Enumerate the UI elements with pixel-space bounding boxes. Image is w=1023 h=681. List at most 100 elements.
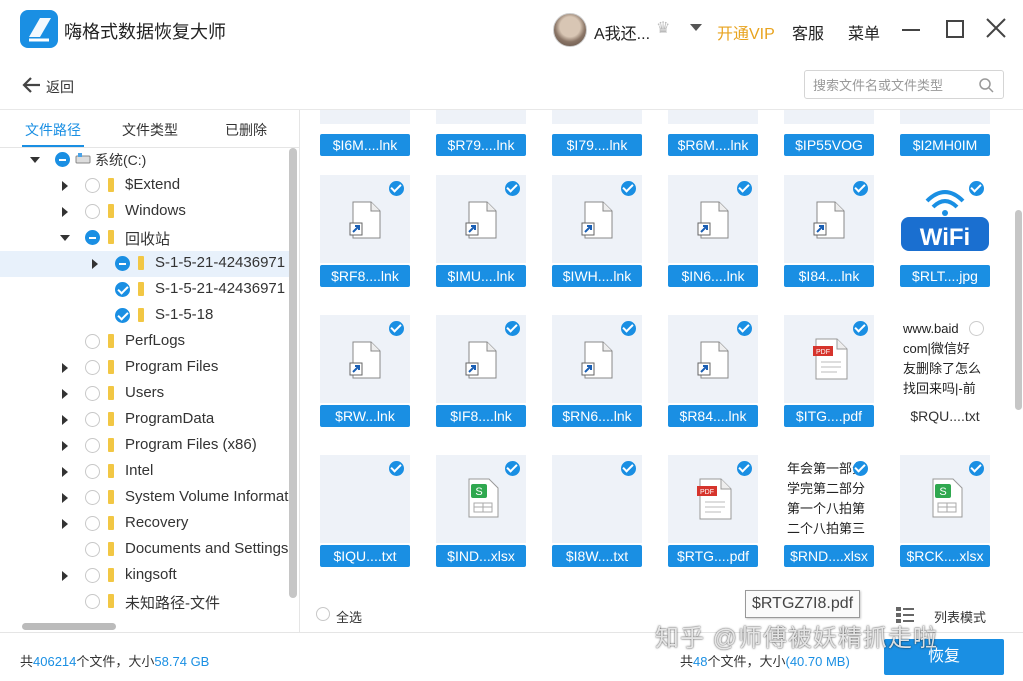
expand-arrow-icon[interactable] xyxy=(62,467,68,477)
collapse-arrow-icon[interactable] xyxy=(60,235,70,241)
file-tile[interactable]: $IF8....lnk xyxy=(436,315,526,427)
tree-node-checkbox[interactable] xyxy=(115,282,130,297)
vip-button[interactable]: 开通VIP xyxy=(717,20,775,44)
tree-node[interactable]: 未知路径-文件 xyxy=(0,589,290,615)
expand-arrow-icon[interactable] xyxy=(62,571,68,581)
maximize-icon[interactable] xyxy=(946,20,964,38)
expand-arrow-icon[interactable] xyxy=(92,259,98,269)
tree-node-checkbox[interactable] xyxy=(85,360,100,375)
tree-node-label[interactable]: $Extend xyxy=(125,176,180,193)
file-tile[interactable]: $I8W....txt xyxy=(552,455,642,567)
file-name-label[interactable]: $I8W....txt xyxy=(552,545,642,567)
tree-node-label[interactable]: 回收站 xyxy=(125,228,170,249)
checked-checkbox-icon[interactable] xyxy=(389,461,404,476)
file-tile[interactable]: $IWH....lnk xyxy=(552,175,642,287)
file-tile[interactable]: $IN6....lnk xyxy=(668,175,758,287)
file-tile[interactable]: 年会第一部分 学完第二部分 第一个八拍第 二个八拍第三 $RND....xlsx xyxy=(784,455,874,567)
menu-button[interactable]: 菜单 xyxy=(848,20,880,44)
tree-node-label[interactable]: Intel xyxy=(125,462,153,479)
checked-checkbox-icon[interactable] xyxy=(505,181,520,196)
tree-node-label[interactable]: Windows xyxy=(125,202,186,219)
search-box[interactable] xyxy=(804,70,1004,99)
tree-node-label[interactable]: 系统(C:) xyxy=(95,150,146,170)
checked-checkbox-icon[interactable] xyxy=(853,321,868,336)
file-tile[interactable]: PDF $RTG....pdf xyxy=(668,455,758,567)
tree-node-label[interactable]: Documents and Settings xyxy=(125,540,288,557)
checked-checkbox-icon[interactable] xyxy=(737,181,752,196)
file-name-label[interactable]: $R79....lnk xyxy=(436,134,526,156)
tree-node-checkbox[interactable] xyxy=(115,256,130,271)
expand-arrow-icon[interactable] xyxy=(62,181,68,191)
search-icon[interactable] xyxy=(978,77,994,93)
expand-arrow-icon[interactable] xyxy=(62,363,68,373)
list-view-button[interactable]: 列表模式 xyxy=(934,607,986,626)
tree-node[interactable]: PerfLogs xyxy=(0,329,290,355)
file-tile[interactable]: $RF8....lnk xyxy=(320,175,410,287)
tree-node[interactable]: Recovery xyxy=(0,511,290,537)
file-name-label[interactable]: $RF8....lnk xyxy=(320,265,410,287)
file-name-label[interactable]: $R84....lnk xyxy=(668,405,758,427)
tree-node-checkbox[interactable] xyxy=(85,334,100,349)
tree-node-checkbox[interactable] xyxy=(85,464,100,479)
checked-checkbox-icon[interactable] xyxy=(621,321,636,336)
unchecked-checkbox-icon[interactable] xyxy=(969,321,984,336)
tree-node-label[interactable]: System Volume Information xyxy=(125,488,290,505)
tab-deleted[interactable]: 已删除 xyxy=(225,120,267,140)
tree-node[interactable]: Users xyxy=(0,381,290,407)
file-name-label[interactable]: $RW...lnk xyxy=(320,405,410,427)
expand-arrow-icon[interactable] xyxy=(62,415,68,425)
tree-node[interactable]: Windows xyxy=(0,199,290,225)
file-name-label[interactable]: $IMU....lnk xyxy=(436,265,526,287)
minimize-icon[interactable] xyxy=(902,29,920,31)
file-name-label[interactable]: $I79....lnk xyxy=(552,134,642,156)
tree-node[interactable]: ProgramData xyxy=(0,407,290,433)
file-tile[interactable]: $R84....lnk xyxy=(668,315,758,427)
file-name-label[interactable]: $IND...xlsx xyxy=(436,545,526,567)
tree-node[interactable]: S-1-5-21-42436971 xyxy=(0,277,290,303)
tree-node-label[interactable]: Users xyxy=(125,384,164,401)
tree-node[interactable]: 回收站 xyxy=(0,225,290,251)
grid-vertical-scrollbar[interactable] xyxy=(1015,210,1022,410)
tree-node-label[interactable]: kingsoft xyxy=(125,566,177,583)
select-all-label[interactable]: 全选 xyxy=(336,607,362,626)
tree-node[interactable]: Program Files xyxy=(0,355,290,381)
tree-node-checkbox[interactable] xyxy=(85,386,100,401)
file-tile[interactable]: www.baid com|微信好 友删除了怎么 找回来吗|-前 $RQU....txt xyxy=(900,315,990,427)
tree-node-checkbox[interactable] xyxy=(55,152,70,167)
file-name-label[interactable]: $RTG....pdf xyxy=(668,545,758,567)
tree-node[interactable]: kingsoft xyxy=(0,563,290,589)
file-name-label[interactable]: $IP55VOG xyxy=(784,134,874,156)
tree-node-label[interactable]: Program Files (x86) xyxy=(125,436,257,453)
file-name-label[interactable]: $RND....xlsx xyxy=(784,545,874,567)
collapse-arrow-icon[interactable] xyxy=(30,157,40,163)
file-tile[interactable]: PDF $ITG....pdf xyxy=(784,315,874,427)
back-button[interactable]: 返回 xyxy=(46,77,74,97)
file-name-label[interactable]: $IF8....lnk xyxy=(436,405,526,427)
tree-vertical-scrollbar[interactable] xyxy=(289,148,297,598)
tree-node[interactable]: System Volume Information xyxy=(0,485,290,511)
tree-node[interactable]: S-1-5-21-42436971 xyxy=(0,251,290,277)
tree-node-checkbox[interactable] xyxy=(115,308,130,323)
checked-checkbox-icon[interactable] xyxy=(389,321,404,336)
tree-node-label[interactable]: 未知路径-文件 xyxy=(125,592,220,613)
file-name-label[interactable]: $ITG....pdf xyxy=(784,405,874,427)
expand-arrow-icon[interactable] xyxy=(62,389,68,399)
file-tile[interactable]: $I84....lnk xyxy=(784,175,874,287)
tree-horizontal-scrollbar[interactable] xyxy=(22,623,116,630)
expand-arrow-icon[interactable] xyxy=(62,493,68,503)
expand-arrow-icon[interactable] xyxy=(62,441,68,451)
tree-node[interactable]: Documents and Settings xyxy=(0,537,290,563)
user-dropdown-icon[interactable] xyxy=(690,24,702,31)
tree-node-label[interactable]: S-1-5-18 xyxy=(155,306,213,323)
file-name-label[interactable]: $RLT....jpg xyxy=(900,265,990,287)
tree-node-checkbox[interactable] xyxy=(85,230,100,245)
file-name-label[interactable]: $RQU....txt xyxy=(900,405,990,427)
close-icon[interactable] xyxy=(985,16,1007,40)
checked-checkbox-icon[interactable] xyxy=(505,321,520,336)
checked-checkbox-icon[interactable] xyxy=(969,181,984,196)
file-tile[interactable]: S $IND...xlsx xyxy=(436,455,526,567)
username[interactable]: A我还... xyxy=(594,20,650,44)
tree-node[interactable]: 系统(C:) xyxy=(0,148,290,173)
tree-node-checkbox[interactable] xyxy=(85,204,100,219)
file-name-label[interactable]: $RN6....lnk xyxy=(552,405,642,427)
